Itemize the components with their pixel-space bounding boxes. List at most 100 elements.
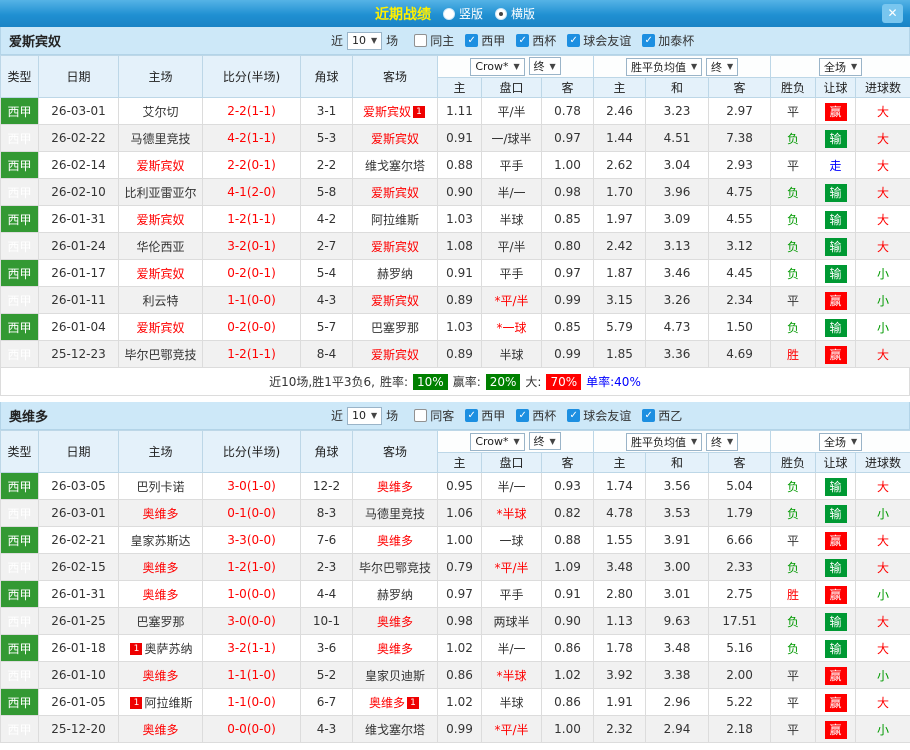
odds-company-select[interactable]: Crow* ▼ [470,432,525,451]
checkbox-checked-icon[interactable] [642,409,656,422]
away-team-name[interactable]: 奥维多 [377,480,413,494]
home-team-name[interactable]: 爱斯宾奴 [136,267,184,281]
filter-checkbox-4[interactable]: 西乙 [642,407,682,424]
home-team-name[interactable]: 皇家苏斯达 [130,534,190,548]
home-team-name[interactable]: 奥萨苏纳 [144,642,192,656]
filter-checkbox-1[interactable]: 西甲 [465,407,505,424]
home-team-name[interactable]: 奥维多 [142,507,178,521]
home-team-name[interactable]: 爱斯宾奴 [136,159,184,173]
checkbox-checked-icon[interactable] [516,34,530,47]
filter-checkbox-4[interactable]: 加泰杯 [642,32,694,49]
layout-vertical-radio[interactable]: 竖版 [442,5,483,22]
home-team-name[interactable]: 奥维多 [142,588,178,602]
header-row-groups: 类型 日期 主场 比分(半场) 角球 客场 Crow* ▼ 终 ▼ 胜平负均值 ▼ 终… [0,430,910,473]
away-team-name[interactable]: 巴塞罗那 [371,321,419,335]
home-team-name[interactable]: 奥维多 [142,561,178,575]
checkbox-checked-icon[interactable] [465,409,479,422]
away-team-name[interactable]: 赫罗纳 [377,267,413,281]
away-team-name[interactable]: 奥维多 [377,615,413,629]
europe-home-odds-cell: 1.44 [593,124,647,152]
spread-result-cell: 赢 [815,661,857,689]
filter-checkbox-1[interactable]: 西甲 [465,32,505,49]
match-row: 西甲 26-02-15 奥维多 1-2(1-0) 2-3 毕尔巴鄂竞技 0.79 *平/半 1.… [0,553,910,581]
home-team-cell: 奥维多 [118,580,203,608]
league-cell: 西甲 [0,259,39,287]
filter-checkbox-0[interactable]: 同主 [414,32,454,49]
checkbox-checked-icon[interactable] [567,34,581,47]
asia-home-odds-cell: 0.95 [437,472,482,500]
handicap-cell: *平/半 [481,286,542,314]
handicap-cell: 半球 [481,205,542,233]
checkbox-unchecked-icon[interactable] [414,409,428,422]
result-cell: 负 [770,124,817,152]
layout-horizontal-radio[interactable]: 横版 [495,5,535,22]
home-team-name[interactable]: 利云特 [142,294,178,308]
odds-company-select[interactable]: Crow* ▼ [470,57,525,76]
away-team-name[interactable]: 奥维多 [369,696,405,710]
home-team-name[interactable]: 比利亚雷亚尔 [124,186,196,200]
handicap-cell: 平手 [481,259,542,287]
asia-away-odds-cell: 0.86 [540,634,595,662]
final-odds-select[interactable]: 终 ▼ [528,57,561,76]
home-team-name[interactable]: 爱斯宾奴 [136,321,184,335]
europe-avg-select[interactable]: 胜平负均值 ▼ [625,57,703,76]
home-team-name[interactable]: 巴列卡诺 [136,480,184,494]
away-team-name[interactable]: 爱斯宾奴 [371,348,419,362]
match-count-select[interactable]: 10 ▼ [347,31,383,50]
checkbox-checked-icon[interactable] [642,34,656,47]
final-odds-select[interactable]: 终 ▼ [528,432,561,451]
home-team-name[interactable]: 华伦西亚 [136,240,184,254]
europe-draw-odds-cell: 3.48 [645,634,710,662]
col-header-score: 比分(半场) [202,430,301,473]
away-team-name[interactable]: 阿拉维斯 [371,213,419,227]
away-team-name[interactable]: 维戈塞尔塔 [365,159,425,173]
filter-checkbox-0[interactable]: 同客 [414,407,454,424]
away-team-name[interactable]: 马德里竞技 [365,507,425,521]
checkbox-checked-icon[interactable] [465,34,479,47]
handicap-rate-label: 赢率: [452,375,481,389]
home-team-name[interactable]: 巴塞罗那 [136,615,184,629]
home-team-name[interactable]: 奥维多 [142,723,178,737]
away-team-name[interactable]: 爱斯宾奴 [371,294,419,308]
europe-avg-select[interactable]: 胜平负均值 ▼ [625,432,703,451]
full-match-select[interactable]: 全场 ▼ [818,432,863,451]
spread-result-cell: 输 [815,124,857,152]
match-row: 西甲 26-01-31 爱斯宾奴 1-2(1-1) 4-2 阿拉维斯 1.03 半球 0.85 1… [0,205,910,233]
away-team-name[interactable]: 奥维多 [377,642,413,656]
checkbox-checked-icon[interactable] [516,409,530,422]
checkbox-checked-icon[interactable] [567,409,581,422]
radio-selected-icon [495,7,507,20]
home-team-cell: 爱斯宾奴 [118,205,203,233]
final-odds-select[interactable]: 终 ▼ [705,432,739,451]
filter-checkbox-3[interactable]: 球会友谊 [567,32,631,49]
away-team-name[interactable]: 奥维多 [377,534,413,548]
away-team-name[interactable]: 皇家贝迪斯 [365,669,425,683]
spread-result-badge: 输 [824,612,847,631]
away-team-name[interactable]: 赫罗纳 [377,588,413,602]
filter-checkbox-3[interactable]: 球会友谊 [567,407,631,424]
spread-result-cell: 输 [815,634,857,662]
away-team-name[interactable]: 毕尔巴鄂竞技 [359,561,431,575]
checkbox-unchecked-icon[interactable] [414,34,428,47]
home-team-name[interactable]: 艾尔切 [142,105,178,119]
away-team-name[interactable]: 爱斯宾奴 [371,240,419,254]
home-team-name[interactable]: 马德里竞技 [130,132,190,146]
home-team-name[interactable]: 爱斯宾奴 [136,213,184,227]
away-team-name[interactable]: 维戈塞尔塔 [365,723,425,737]
final-odds-select[interactable]: 终 ▼ [705,57,739,76]
filter-checkbox-2[interactable]: 西杯 [516,407,556,424]
close-button[interactable]: ✕ [882,4,903,23]
home-team-name[interactable]: 毕尔巴鄂竞技 [124,348,196,362]
spread-result-badge: 赢 [824,693,847,712]
home-team-name[interactable]: 阿拉维斯 [144,696,192,710]
match-count-select[interactable]: 10 ▼ [347,406,383,425]
full-match-select[interactable]: 全场 ▼ [818,57,863,76]
away-team-name[interactable]: 爱斯宾奴 [371,186,419,200]
filter-checkbox-2[interactable]: 西杯 [516,32,556,49]
home-team-name[interactable]: 奥维多 [142,669,178,683]
away-team-name[interactable]: 爱斯宾奴 [363,105,411,119]
match-row: 西甲 26-01-17 爱斯宾奴 0-2(0-1) 5-4 赫罗纳 0.91 平手 0.97 1.… [0,259,910,287]
result-cell: 平 [770,526,817,554]
away-team-name[interactable]: 爱斯宾奴 [371,132,419,146]
asia-odds-header: Crow* ▼ 终 ▼ [436,55,595,78]
